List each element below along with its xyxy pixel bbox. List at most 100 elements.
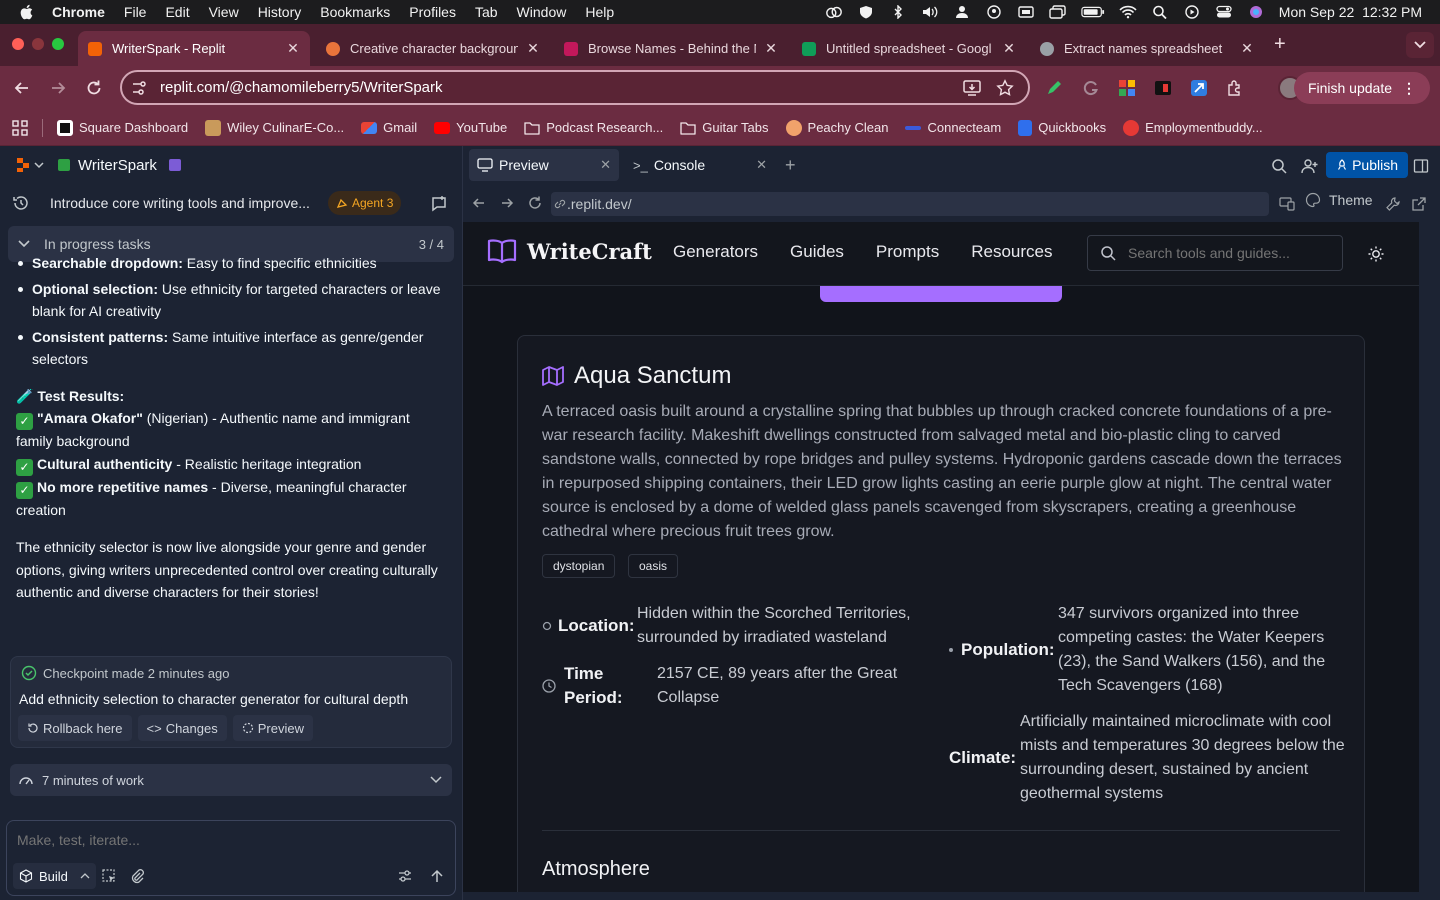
new-chat-icon[interactable] (430, 195, 448, 213)
address-bar[interactable]: replit.com/@chamomileberry5/WriterSpark (120, 70, 1030, 105)
tab-preview[interactable]: Preview ✕ (469, 149, 619, 181)
bookmark-guitar-tabs[interactable]: Guitar Tabs (680, 120, 769, 136)
forward-arrow-icon[interactable] (48, 78, 68, 98)
blue-arrow-extension-icon[interactable] (1190, 79, 1208, 97)
reload-icon[interactable] (84, 78, 104, 98)
bookmark-quickbooks[interactable]: Quickbooks (1018, 119, 1106, 136)
bookmark-connecteam[interactable]: Connecteam (905, 120, 1001, 135)
finish-update-button[interactable]: Finish update ⋮ (1293, 72, 1430, 104)
user-icon[interactable] (953, 5, 971, 19)
attachment-icon[interactable] (129, 868, 145, 884)
composer-input[interactable] (17, 829, 437, 851)
extensions-puzzle-icon[interactable] (1226, 79, 1244, 97)
zoom-window-button[interactable] (52, 38, 64, 50)
nav-prompts[interactable]: Prompts (876, 242, 939, 262)
colorful-extension-icon[interactable] (1118, 79, 1136, 97)
menu-app-name[interactable]: Chrome (52, 4, 105, 20)
dark-extension-icon[interactable] (1154, 79, 1172, 97)
close-tab-icon[interactable]: ✕ (1002, 40, 1016, 57)
install-app-icon[interactable] (962, 79, 982, 97)
tab-untitled-spreadsheet[interactable]: Untitled spreadsheet - Googl ✕ (792, 31, 1026, 66)
display-icon[interactable] (1017, 5, 1035, 19)
battery-icon[interactable] (1081, 5, 1105, 19)
spotlight-search-icon[interactable] (1151, 5, 1169, 19)
tab-console[interactable]: >_ Console ✕ (625, 149, 775, 181)
close-window-button[interactable] (12, 38, 24, 50)
rollback-button[interactable]: Rollback here (18, 715, 132, 741)
bluetooth-icon[interactable] (889, 5, 907, 19)
back-arrow-icon[interactable] (471, 195, 487, 211)
close-tab-icon[interactable]: ✕ (600, 157, 611, 173)
sun-icon[interactable] (1367, 245, 1385, 263)
new-tab-button[interactable]: + (1274, 33, 1286, 56)
preview-button[interactable]: Preview (232, 715, 313, 741)
history-icon[interactable] (12, 194, 30, 212)
bookmark-youtube[interactable]: YouTube (434, 120, 507, 135)
search-icon[interactable] (1271, 158, 1287, 174)
menu-help[interactable]: Help (585, 4, 614, 20)
close-tab-icon[interactable]: ✕ (526, 40, 540, 57)
open-external-icon[interactable] (1411, 196, 1427, 212)
settings-sliders-icon[interactable] (397, 868, 413, 884)
menu-history[interactable]: History (258, 4, 302, 20)
apps-grid-icon[interactable] (12, 119, 28, 136)
bookmark-podcast-research[interactable]: Podcast Research... (524, 120, 663, 136)
creative-cloud-icon[interactable] (825, 5, 843, 19)
menu-profiles[interactable]: Profiles (409, 4, 456, 20)
apple-icon[interactable] (18, 3, 36, 21)
play-icon[interactable] (1183, 5, 1201, 19)
shield-icon[interactable] (857, 5, 875, 19)
tab-browse-names[interactable]: Browse Names - Behind the N ✕ (554, 31, 788, 66)
minimize-window-button[interactable] (32, 38, 44, 50)
webview-url-field[interactable]: .replit.dev/ (551, 192, 1269, 216)
bookmark-gmail[interactable]: Gmail (361, 120, 417, 135)
menu-edit[interactable]: Edit (165, 4, 189, 20)
theme-button[interactable]: Theme (1305, 192, 1373, 208)
bookmark-employmentbuddy[interactable]: Employmentbuddy... (1123, 119, 1263, 136)
close-tab-icon[interactable]: ✕ (756, 157, 767, 173)
siri-icon[interactable] (1247, 5, 1265, 19)
menu-view[interactable]: View (209, 4, 239, 20)
project-name[interactable]: WriterSpark (78, 157, 157, 174)
reload-icon[interactable] (527, 195, 543, 211)
split-view-icon[interactable] (1413, 158, 1429, 174)
thread-title[interactable]: Introduce core writing tools and improve… (50, 195, 322, 211)
bookmark-star-icon[interactable] (996, 79, 1014, 97)
nav-generators[interactable]: Generators (673, 242, 758, 262)
work-duration-toggle[interactable]: 7 minutes of work (10, 764, 452, 796)
select-element-icon[interactable] (101, 868, 117, 884)
publish-button[interactable]: Publish (1326, 152, 1408, 178)
menubar-datetime[interactable]: Mon Sep 22 12:32 PM (1279, 4, 1422, 20)
tab-search-button[interactable] (1406, 32, 1434, 58)
close-tab-icon[interactable]: ✕ (286, 40, 300, 57)
bookmark-peachy-clean[interactable]: Peachy Clean (785, 119, 888, 136)
site-search-field[interactable] (1087, 235, 1343, 271)
menu-tab[interactable]: Tab (475, 4, 498, 20)
pen-extension-icon[interactable] (1045, 79, 1063, 97)
chevron-down-icon[interactable] (34, 161, 44, 169)
invite-user-icon[interactable] (1301, 158, 1319, 174)
tab-writerspark[interactable]: WriterSpark - Replit ✕ (78, 31, 310, 66)
screen-mirror-icon[interactable] (1049, 5, 1067, 19)
control-center-icon[interactable] (1215, 5, 1233, 19)
site-logo[interactable]: WriteCraft (487, 238, 652, 264)
generate-button[interactable] (820, 286, 1062, 302)
close-tab-icon[interactable]: ✕ (1240, 40, 1254, 57)
account-circle-icon[interactable] (985, 5, 1003, 19)
bookmark-square-dashboard[interactable]: Square Dashboard (57, 119, 188, 136)
nav-resources[interactable]: Resources (971, 242, 1052, 262)
replit-logo-icon[interactable] (16, 157, 30, 173)
bookmark-wiley[interactable]: Wiley CulinarE-Co... (205, 119, 344, 136)
nav-guides[interactable]: Guides (790, 242, 844, 262)
tag-oasis[interactable]: oasis (628, 554, 679, 578)
tab-creative-character[interactable]: Creative character backgroun ✕ (316, 31, 550, 66)
site-settings-icon[interactable] (130, 79, 148, 97)
volume-icon[interactable] (921, 5, 939, 19)
grammarly-extension-icon[interactable] (1082, 79, 1100, 97)
back-arrow-icon[interactable] (12, 78, 32, 98)
send-arrow-icon[interactable] (429, 868, 445, 884)
menu-file[interactable]: File (124, 4, 147, 20)
build-mode-button[interactable]: Build (13, 863, 96, 889)
tab-extract-names[interactable]: Extract names spreadsheet ✕ (1030, 31, 1264, 66)
menu-bookmarks[interactable]: Bookmarks (320, 4, 390, 20)
